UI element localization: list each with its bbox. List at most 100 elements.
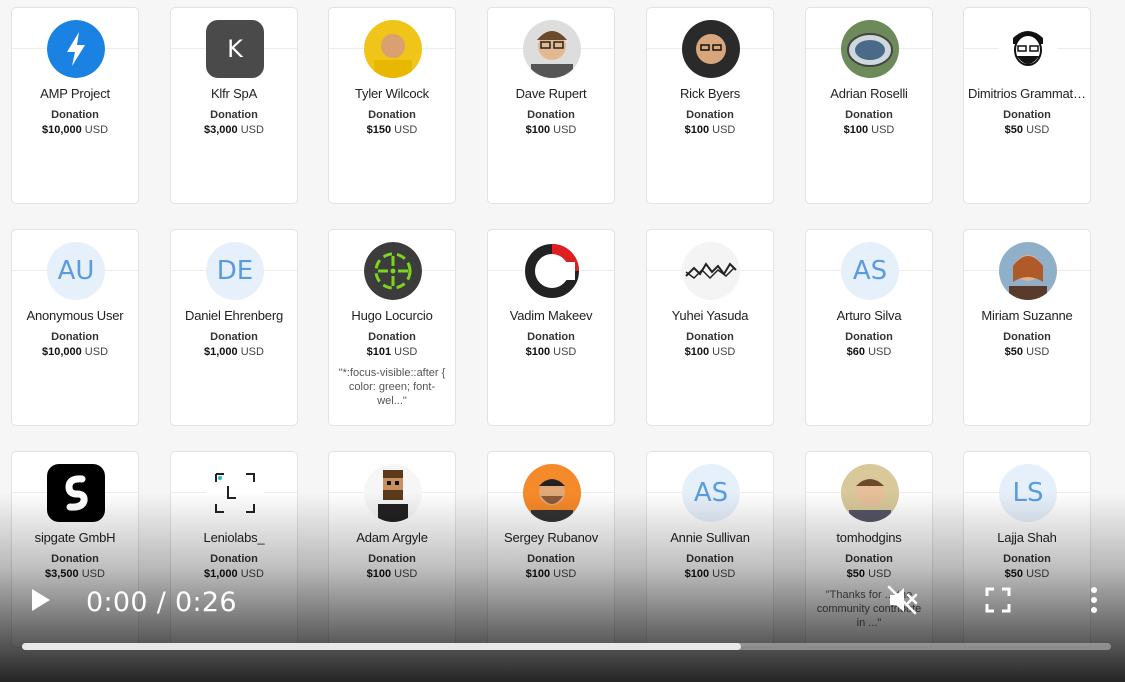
donor-name[interactable]: Adam Argyle [333, 530, 451, 545]
donation-type: Donation [210, 331, 258, 343]
donor-avatar [364, 242, 422, 300]
donor-avatar: LS [999, 464, 1057, 522]
amount-value: $100 [525, 124, 551, 136]
donor-name[interactable]: Yuhei Yasuda [651, 308, 769, 323]
amount-value: $100 [684, 346, 710, 358]
donor-card[interactable]: AU Anonymous User Donation $10,000 USD [11, 229, 139, 426]
donor-card[interactable]: DE Daniel Ehrenberg Donation $1,000 USD [170, 229, 298, 426]
donor-card[interactable]: Dimitrios Grammatikogiannis Donation $50 U… [963, 7, 1091, 204]
donor-name[interactable]: Sergey Rubanov [492, 530, 610, 545]
avatar-initials: K [227, 35, 243, 63]
donor-name[interactable]: Annie Sullivan [651, 530, 769, 545]
donor-avatar: DE [206, 242, 264, 300]
volume-muted-icon [887, 585, 918, 615]
donor-name[interactable]: Lajja Shah [968, 530, 1086, 545]
lightning-icon [47, 20, 105, 78]
donor-card[interactable]: Adrian Roselli Donation $100 USD [805, 7, 933, 204]
time-display: 0:00 / 0:26 [86, 587, 237, 618]
donor-avatar: AS [841, 242, 899, 300]
donor-name[interactable]: tomhodgins [810, 530, 928, 545]
amount-currency: USD [240, 124, 264, 136]
amount-value: $10,000 [41, 346, 82, 358]
donor-avatar [47, 20, 105, 78]
avatar-initials: DE [216, 256, 254, 286]
donor-card[interactable]: Vadim Makeev Donation $100 USD [487, 229, 615, 426]
donor-name[interactable]: Daniel Ehrenberg [175, 308, 293, 323]
donation-type: Donation [51, 109, 99, 121]
donation-amount: $100 USD [488, 124, 614, 136]
video-frame[interactable]: AMP Project Donation $10,000 USD K Klfr SpA D… [0, 0, 1125, 682]
video-controls: 0:00 / 0:26 [0, 562, 1125, 682]
amount-currency: USD [712, 346, 736, 358]
donation-amount: $100 USD [647, 124, 773, 136]
amount-value: $100 [525, 346, 551, 358]
donor-card[interactable]: Yuhei Yasuda Donation $100 USD [646, 229, 774, 426]
donation-amount: $50 USD [964, 124, 1090, 136]
donor-avatar [523, 242, 581, 300]
buffered-fill [22, 643, 741, 650]
donor-card[interactable]: Miriam Suzanne Donation $50 USD [963, 229, 1091, 426]
donor-avatar [523, 20, 581, 78]
amount-value: $3,000 [204, 124, 238, 136]
amount-value: $100 [684, 124, 710, 136]
donor-name[interactable]: AMP Project [16, 86, 134, 101]
donor-card[interactable]: AMP Project Donation $10,000 USD [11, 7, 139, 204]
amount-currency: USD [553, 346, 577, 358]
amount-value: $1,000 [204, 346, 238, 358]
donor-card[interactable]: Rick Byers Donation $100 USD [646, 7, 774, 204]
donation-amount: $60 USD [806, 346, 932, 358]
amount-value: $101 [366, 346, 392, 358]
donor-name[interactable]: Vadim Makeev [492, 308, 610, 323]
donation-amount: $10,000 USD [12, 124, 138, 136]
more-options-button[interactable] [1082, 584, 1106, 616]
donation-type: Donation [1003, 109, 1051, 121]
donor-name[interactable]: Miriam Suzanne [968, 308, 1086, 323]
amount-value: $10,000 [41, 124, 82, 136]
donor-card[interactable]: AS Arturo Silva Donation $60 USD [805, 229, 933, 426]
amount-value: $150 [366, 124, 392, 136]
donor-avatar [47, 464, 105, 522]
donor-name[interactable]: Anonymous User [16, 308, 134, 323]
donation-type: Donation [368, 331, 416, 343]
donor-name[interactable]: sipgate GmbH [16, 530, 134, 545]
amount-value: $60 [846, 346, 866, 358]
play-button[interactable] [26, 586, 54, 614]
donor-card[interactable]: K Klfr SpA Donation $3,000 USD [170, 7, 298, 204]
donor-card[interactable]: Dave Rupert Donation $100 USD [487, 7, 615, 204]
progress-bar[interactable] [22, 643, 1111, 650]
donation-amount: $1,000 USD [171, 346, 297, 358]
crosshair-icon [364, 242, 422, 300]
avatar-initials: AS [693, 478, 729, 508]
donation-type: Donation [686, 109, 734, 121]
donation-type: Donation [845, 331, 893, 343]
donor-name[interactable]: Hugo Locurcio [333, 308, 451, 323]
donor-name[interactable]: Rick Byers [651, 86, 769, 101]
donor-avatar [364, 20, 422, 78]
amount-currency: USD [712, 124, 736, 136]
donor-name[interactable]: Adrian Roselli [810, 86, 928, 101]
donor-name[interactable]: Arturo Silva [810, 308, 928, 323]
avatar-initials: AU [57, 256, 95, 286]
amount-currency: USD [1026, 124, 1050, 136]
donor-comment: "*:focus-visible::after { color: green; … [338, 367, 446, 407]
amount-currency: USD [871, 124, 895, 136]
donor-name[interactable]: Dave Rupert [492, 86, 610, 101]
donor-card[interactable]: Tyler Wilcock Donation $150 USD [328, 7, 456, 204]
amount-currency: USD [84, 346, 109, 358]
avatar-initials: LS [1012, 478, 1044, 508]
donation-amount: $3,000 USD [171, 124, 297, 136]
donor-name[interactable]: Tyler Wilcock [333, 86, 451, 101]
avatar-initials: AS [852, 256, 888, 286]
donor-card[interactable]: Hugo Locurcio Donation $101 USD "*:focus-vi… [328, 229, 456, 426]
mute-button[interactable] [884, 582, 920, 618]
donation-amount: $150 USD [329, 124, 455, 136]
donor-avatar [364, 464, 422, 522]
donation-amount: $101 USD [329, 346, 455, 358]
amount-currency: USD [394, 124, 418, 136]
fullscreen-button[interactable] [984, 586, 1012, 614]
donor-name[interactable]: Dimitrios Grammatikogiannis [968, 86, 1086, 101]
donor-avatar [206, 464, 264, 522]
donor-name[interactable]: Klfr SpA [175, 86, 293, 101]
donor-name[interactable]: Leniolabs_ [175, 530, 293, 545]
donor-avatar [999, 242, 1057, 300]
